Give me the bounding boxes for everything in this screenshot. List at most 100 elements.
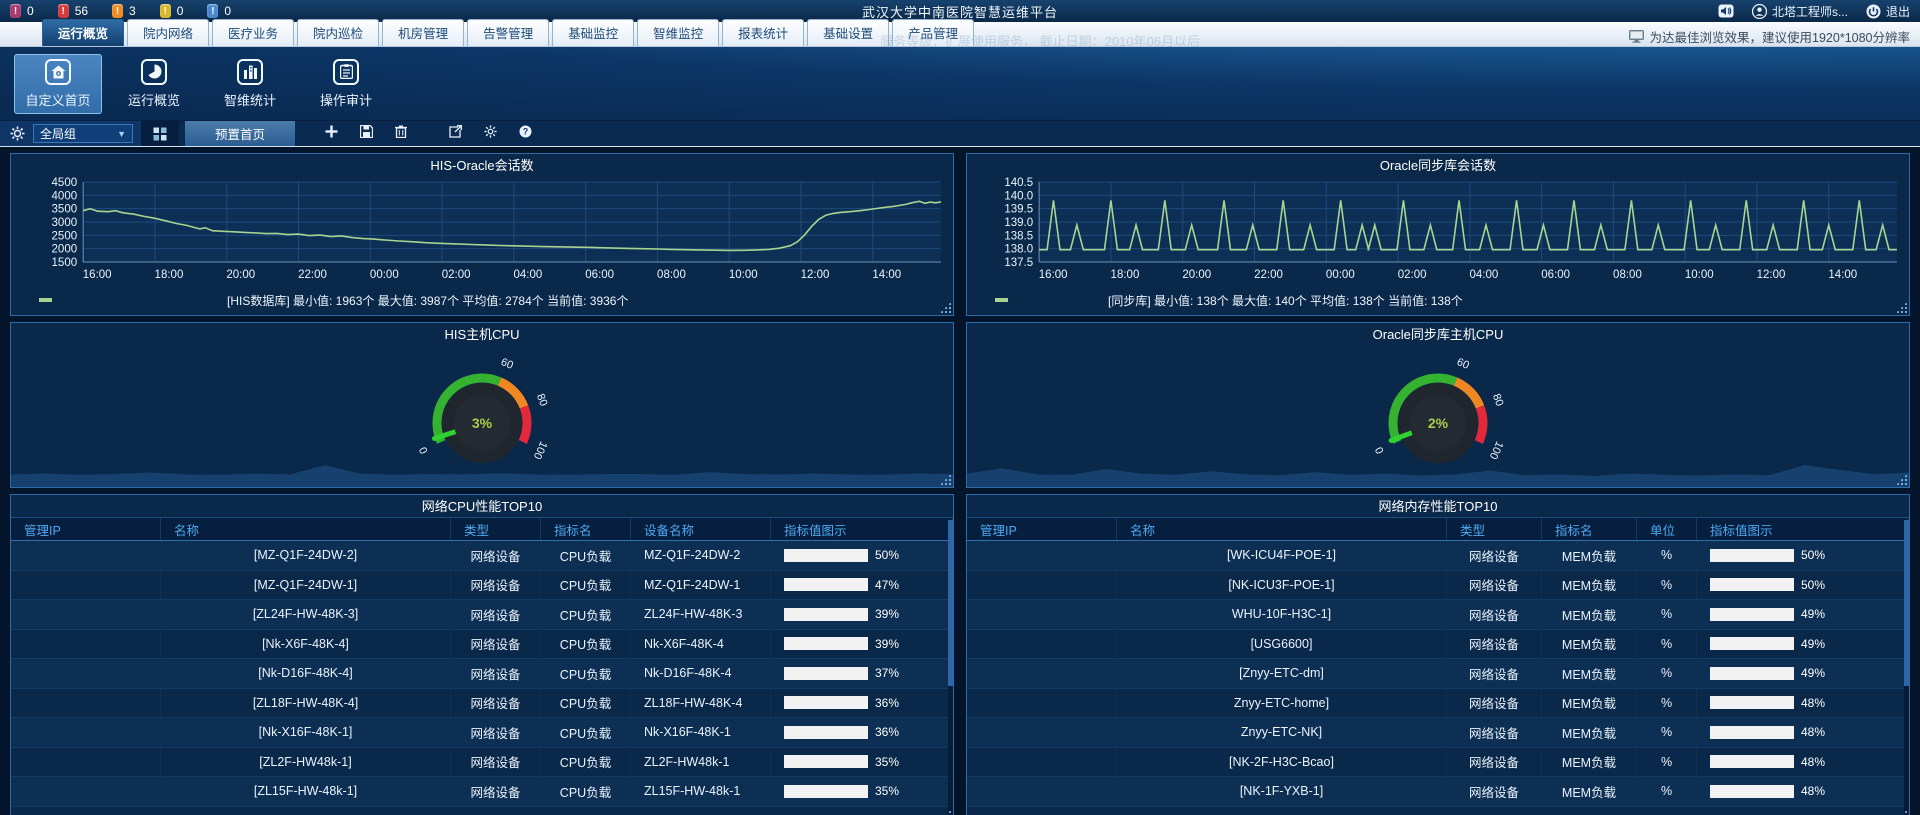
table-cell: [NK-1F-YXB-1]: [1117, 777, 1447, 806]
table-cell: 网络设备: [1447, 659, 1542, 688]
table-row[interactable]: [ZL24F-HW-48K-3]网络设备CPU负载ZL24F-HW-48K-33…: [11, 600, 953, 630]
table-cell: [ZL15F-HW-48k-1]: [161, 777, 451, 806]
help-button[interactable]: ?: [519, 125, 532, 143]
column-header[interactable]: 类型: [451, 518, 541, 540]
metric-bar: [1710, 785, 1794, 798]
table-cell: [USG6600]: [1117, 630, 1447, 659]
panel-title: 网络内存性能TOP10: [967, 495, 1909, 517]
svg-text:16:00: 16:00: [1039, 269, 1068, 281]
group-selector-area: 全局组 ▼: [0, 121, 141, 146]
menu-tab-10[interactable]: 产品管理: [892, 19, 974, 46]
metric-bar-cell: 48%: [1697, 689, 1909, 718]
column-header[interactable]: 名称: [1117, 518, 1447, 540]
table-row[interactable]: [USG6600]网络设备MEM负载%49%: [967, 630, 1909, 660]
gear-icon[interactable]: [10, 126, 25, 141]
settings-button[interactable]: [484, 125, 497, 143]
column-header[interactable]: 名称: [161, 518, 451, 540]
table-cell: [Nk-X16F-48K-1]: [161, 718, 451, 747]
table-row[interactable]: [MZ-Q1F-24DW-2]网络设备CPU负载MZ-Q1F-24DW-250%: [11, 541, 953, 571]
sound-button[interactable]: [1718, 4, 1734, 18]
table-row[interactable]: Znyy-ETC-home]网络设备MEM负载%48%: [967, 689, 1909, 719]
menu-tab-9[interactable]: 基础设置: [807, 19, 889, 46]
column-header[interactable]: 指标名: [1542, 518, 1637, 540]
table-scrollbar[interactable]: [948, 520, 953, 815]
table-row[interactable]: [ZL15F-HW-48k-1]网络设备CPU负载ZL15F-HW-48k-13…: [11, 777, 953, 807]
table-row[interactable]: [Nk-X16F-48K-1]网络设备CPU负载Nk-X16F-48K-136%: [11, 718, 953, 748]
nav-item-stats[interactable]: 智维统计: [206, 54, 294, 114]
table-row[interactable]: [Nk-X6F-48K-4]网络设备CPU负载Nk-X6F-48K-439%: [11, 630, 953, 660]
logout-button[interactable]: 退出: [1866, 3, 1910, 20]
monitor-icon: [1629, 30, 1644, 43]
export-button[interactable]: [449, 125, 462, 143]
table-row[interactable]: [WK-ICU4F-POE-1]网络设备MEM负载%50%: [967, 541, 1909, 571]
table-cell: 网络设备: [1447, 600, 1542, 629]
menu-tab-8[interactable]: 报表统计: [722, 19, 804, 46]
menu-tab-3[interactable]: 院内巡检: [297, 19, 379, 46]
nav-item-audit[interactable]: 操作审计: [302, 54, 390, 114]
nav-item-home[interactable]: 自定义首页: [14, 54, 102, 114]
nav-item-pie[interactable]: 运行概览: [110, 54, 198, 114]
save-button[interactable]: [360, 125, 373, 143]
add-button[interactable]: [325, 125, 338, 143]
column-header[interactable]: 指标值图示: [771, 518, 953, 540]
table-cell: 网络设备: [1447, 777, 1542, 806]
table-row[interactable]: [Nk-D16F-48K-4]网络设备CPU负载Nk-D16F-48K-437%: [11, 659, 953, 689]
table-row[interactable]: [ZL2F-HW48k-1]网络设备CPU负载ZL2F-HW48k-135%: [11, 748, 953, 778]
table-row[interactable]: [NK-1F-YXB-1]网络设备MEM负载%48%: [967, 777, 1909, 807]
layout-grid-button[interactable]: [141, 121, 179, 146]
column-header[interactable]: 指标值图示: [1697, 518, 1909, 540]
table-row-partial: [11, 807, 953, 815]
cpu-gauge[interactable]: 060801002%: [1323, 345, 1553, 467]
table-row[interactable]: [ZL18F-HW-48K-4]网络设备CPU负载ZL18F-HW-48K-43…: [11, 689, 953, 719]
metric-value: 50%: [1801, 548, 1825, 562]
svg-text:60: 60: [499, 356, 515, 372]
table-row[interactable]: [MZ-Q1F-24DW-1]网络设备CPU负载MZ-Q1F-24DW-147%: [11, 571, 953, 601]
table-cell: [NK-2F-H3C-Bcao]: [1117, 748, 1447, 777]
group-select[interactable]: 全局组 ▼: [33, 124, 133, 143]
table-cell: [Nk-X6F-48K-4]: [161, 630, 451, 659]
svg-text:02:00: 02:00: [442, 269, 471, 281]
menu-tab-4[interactable]: 机房管理: [382, 19, 464, 46]
table-cell: [11, 600, 161, 629]
column-header[interactable]: 类型: [1447, 518, 1542, 540]
svg-text:06:00: 06:00: [585, 269, 614, 281]
line-chart[interactable]: 450040003500300025002000150016:0018:0020…: [11, 176, 953, 288]
metric-bar: [1710, 608, 1794, 621]
column-header[interactable]: 单位: [1637, 518, 1697, 540]
current-user[interactable]: 北塔工程师s...: [1752, 3, 1848, 20]
menu-tab-0[interactable]: 运行概览: [42, 19, 124, 46]
menu-tab-6[interactable]: 基础监控: [552, 19, 634, 46]
table-row[interactable]: WHU-10F-H3C-1]网络设备MEM负载%49%: [967, 600, 1909, 630]
table-row[interactable]: [NK-2F-H3C-Bcao]网络设备MEM负载%48%: [967, 748, 1909, 778]
table-cell: MEM负载: [1542, 748, 1637, 777]
cpu-gauge[interactable]: 060801003%: [367, 345, 597, 467]
delete-button[interactable]: [395, 125, 407, 143]
panel-title: 网络CPU性能TOP10: [11, 495, 953, 517]
menu-tab-1[interactable]: 院内网络: [127, 19, 209, 46]
metric-value: 50%: [875, 548, 899, 562]
table-row[interactable]: [NK-ICU3F-POE-1]网络设备MEM负载%50%: [967, 571, 1909, 601]
column-header[interactable]: 设备名称: [631, 518, 771, 540]
table-cell: 网络设备: [451, 600, 541, 629]
table-cell: [967, 748, 1117, 777]
table-cell: 网络设备: [1447, 571, 1542, 600]
menu-tab-5[interactable]: 告警管理: [467, 19, 549, 46]
metric-value: 39%: [875, 607, 899, 621]
menu-tab-7[interactable]: 智维监控: [637, 19, 719, 46]
table-scrollbar[interactable]: [1904, 520, 1909, 815]
column-header[interactable]: 管理IP: [967, 518, 1117, 540]
metric-bar: [1710, 578, 1794, 591]
line-chart[interactable]: 140.5140.0139.5139.0138.5138.0137.516:00…: [967, 176, 1909, 288]
table-cell: 网络设备: [1447, 630, 1542, 659]
tab-preset-home[interactable]: 预置首页: [185, 121, 295, 146]
metric-value: 47%: [875, 578, 899, 592]
table-row[interactable]: [Znyy-ETC-dm]网络设备MEM负载%49%: [967, 659, 1909, 689]
column-header[interactable]: 管理IP: [11, 518, 161, 540]
menu-tab-2[interactable]: 医疗业务: [212, 19, 294, 46]
column-header[interactable]: 指标名: [541, 518, 631, 540]
table-row[interactable]: Znyy-ETC-NK]网络设备MEM负载%48%: [967, 718, 1909, 748]
svg-text:138.5: 138.5: [1004, 230, 1033, 242]
panel-his-sessions: HIS-Oracle会话数 45004000350030002500200015…: [10, 153, 954, 316]
table-cell: MEM负载: [1542, 600, 1637, 629]
table-cell: [ZL2F-HW48k-1]: [161, 748, 451, 777]
